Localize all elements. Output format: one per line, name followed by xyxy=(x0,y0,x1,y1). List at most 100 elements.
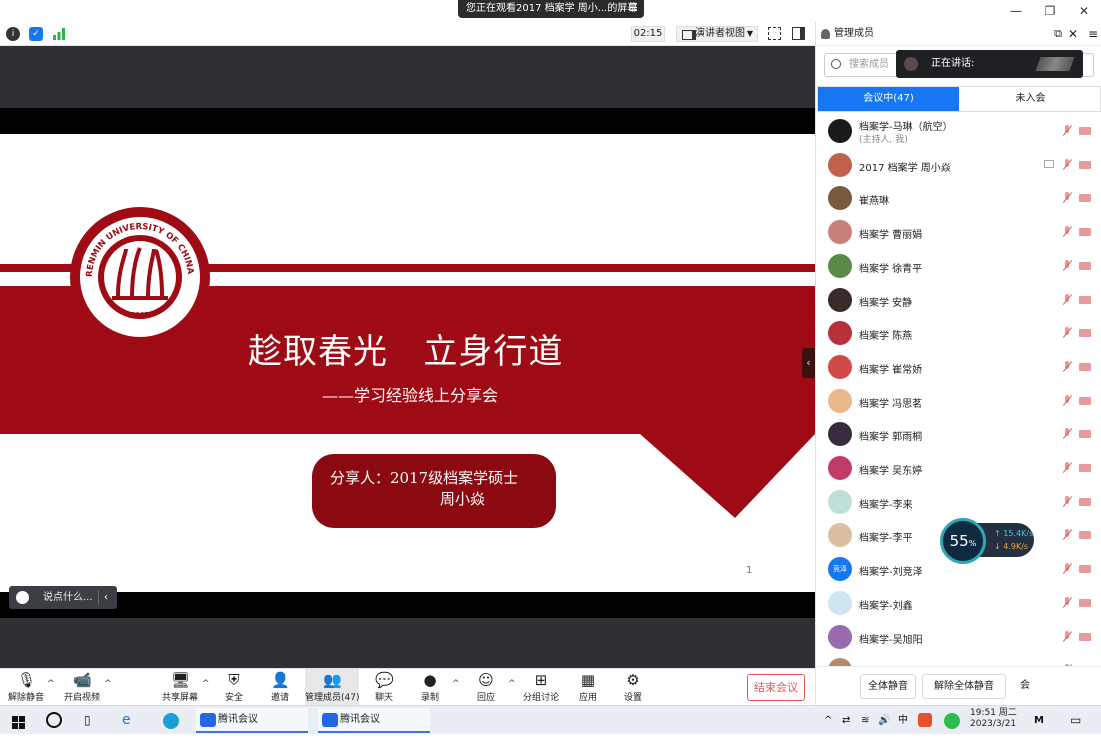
mic-muted-icon[interactable] xyxy=(1062,293,1072,306)
end-meeting-button[interactable]: 结束会议 xyxy=(747,674,805,701)
collapse-chat-icon[interactable]: ‹ xyxy=(104,586,108,609)
tab-not-joined[interactable]: 未入会 xyxy=(960,87,1101,111)
camera-off-icon[interactable] xyxy=(1079,430,1091,439)
member-row[interactable]: 档案学 崔常娇 xyxy=(816,350,1101,384)
member-row[interactable]: 档案学-吴旭阳 xyxy=(816,620,1101,654)
signal-icon[interactable] xyxy=(52,28,66,40)
mute-all-button[interactable]: 全体静音 xyxy=(860,674,916,699)
camera-off-icon[interactable] xyxy=(1079,295,1091,304)
member-row[interactable]: 档案学-李来 xyxy=(816,485,1101,519)
member-row[interactable]: 档案学 吴东婷 xyxy=(816,451,1101,485)
member-row[interactable]: 档案学-刘鑫 xyxy=(816,586,1101,620)
tray-expand-icon[interactable]: ^ xyxy=(824,706,832,735)
invite-button[interactable]: 👤 邀请 xyxy=(264,669,296,706)
member-row[interactable]: 档案学 安静 xyxy=(816,283,1101,317)
sidebar-toggle-icon[interactable] xyxy=(792,27,805,40)
member-row[interactable]: 档案学 曹丽娟 xyxy=(816,215,1101,249)
member-row[interactable]: 档案学 郭雨桐 xyxy=(816,417,1101,451)
mic-muted-icon[interactable] xyxy=(1062,158,1072,171)
collapse-panel-tab[interactable]: ‹ xyxy=(802,348,815,378)
member-row[interactable]: 2017 档案学 周小焱 xyxy=(816,148,1101,182)
member-row[interactable]: 档案学-马琳（航空） (主持人, 我) xyxy=(816,114,1101,148)
manage-members-button[interactable]: 👥 管理成员(47) xyxy=(305,669,359,706)
chevron-up-icon[interactable]: ^ xyxy=(452,679,460,689)
camera-off-icon[interactable] xyxy=(1079,194,1091,203)
camera-off-icon[interactable] xyxy=(1079,127,1091,135)
camera-off-icon[interactable] xyxy=(1079,531,1091,540)
react-button[interactable]: ☺ 回应 xyxy=(470,669,502,706)
apps-button[interactable]: ▦ 应用 xyxy=(572,669,604,706)
windows-start-icon[interactable] xyxy=(12,713,26,729)
restore-button[interactable]: ❐ xyxy=(1033,0,1067,22)
mic-muted-icon[interactable] xyxy=(1062,226,1072,238)
settings-button[interactable]: ⚙ 设置 xyxy=(617,669,649,706)
tab-in-meeting[interactable]: 会议中(47) xyxy=(818,87,959,111)
camera-off-icon[interactable] xyxy=(1079,632,1091,641)
member-row[interactable]: 档案学 冯思茗 xyxy=(816,384,1101,418)
taskbar-app-tencent-meeting[interactable]: 腾讯会议 xyxy=(196,708,308,733)
camera-off-icon[interactable] xyxy=(1079,329,1091,338)
mic-muted-icon[interactable] xyxy=(1062,630,1072,643)
camera-off-icon[interactable] xyxy=(1079,565,1091,574)
wifi-icon[interactable]: ≋ xyxy=(861,706,869,735)
mic-muted-icon[interactable] xyxy=(1062,596,1072,609)
breakout-button[interactable]: ⊞ 分组讨论 xyxy=(522,669,560,706)
chevron-up-icon[interactable]: ^ xyxy=(47,679,55,689)
camera-off-icon[interactable] xyxy=(1079,464,1091,472)
mic-muted-icon[interactable] xyxy=(1062,495,1072,508)
camera-off-icon[interactable] xyxy=(1079,228,1091,237)
popout-icon[interactable]: ⧉ xyxy=(1054,22,1062,46)
task-view-icon[interactable]: ▯ xyxy=(84,706,91,735)
mic-muted-icon[interactable] xyxy=(1062,259,1072,272)
emoji-icon[interactable] xyxy=(16,591,29,604)
camera-off-icon[interactable] xyxy=(1079,396,1091,405)
system-clock[interactable]: 19:51 周二 2023/3/21 xyxy=(970,708,1017,730)
unmute-button[interactable]: 🎙 解除静音 xyxy=(6,669,46,706)
start-video-button[interactable]: 📹 开启视频 xyxy=(62,669,102,706)
close-button[interactable]: ✕ xyxy=(1067,0,1101,22)
mic-muted-icon[interactable] xyxy=(1062,327,1072,339)
quick-chat-input[interactable]: 说点什么... ‹ xyxy=(9,586,117,609)
share-screen-button[interactable]: 🖥 共享屏幕 xyxy=(160,669,200,706)
unmute-all-button[interactable]: 解除全体静音 xyxy=(922,674,1006,699)
mic-muted-icon[interactable] xyxy=(1062,394,1072,407)
network-speed-widget[interactable]: ↑ 15.4K/s ↓ 4.9K/s 55% xyxy=(940,518,1034,564)
menu-icon[interactable]: ≡ xyxy=(1088,22,1098,46)
mic-muted-icon[interactable] xyxy=(1062,428,1072,440)
chevron-up-icon[interactable]: ^ xyxy=(202,679,210,689)
record-button[interactable]: ● 录制 xyxy=(414,669,446,706)
search-icon[interactable] xyxy=(46,712,62,728)
chat-button[interactable]: 💬 聊天 xyxy=(368,669,400,706)
camera-off-icon[interactable] xyxy=(1079,261,1091,270)
member-row[interactable]: 崔燕琳 xyxy=(816,181,1101,215)
ime-indicator[interactable]: 中 xyxy=(898,706,908,735)
viewing-screen-banner[interactable]: 您正在观看2017 档案学 周小...的屏幕 ☰ xyxy=(458,0,644,18)
mic-muted-icon[interactable] xyxy=(1062,563,1072,575)
camera-off-icon[interactable] xyxy=(1079,598,1091,607)
network-icon[interactable]: ⇄ xyxy=(842,706,850,735)
chevron-up-icon[interactable]: ^ xyxy=(104,679,112,689)
info-icon[interactable]: i xyxy=(6,27,20,41)
fullscreen-icon[interactable] xyxy=(768,27,781,40)
member-row[interactable]: 档案学 陈燕 xyxy=(816,316,1101,350)
camera-off-icon[interactable] xyxy=(1079,362,1091,371)
close-icon[interactable]: ✕ xyxy=(1068,22,1078,46)
taskbar-app-tencent-meeting-2[interactable]: 腾讯会议 xyxy=(318,708,430,733)
ie-icon[interactable]: e xyxy=(122,706,131,735)
mic-muted-icon[interactable] xyxy=(1062,462,1072,474)
shield-icon[interactable]: ✓ xyxy=(29,27,43,41)
mic-muted-icon[interactable] xyxy=(1062,529,1072,541)
member-row[interactable]: 档案学 徐青平 xyxy=(816,249,1101,283)
volume-icon[interactable]: 🔊 xyxy=(878,706,890,735)
notification-icon[interactable]: ▭ xyxy=(1070,706,1081,735)
gmail-icon[interactable]: M xyxy=(1034,706,1044,735)
minimize-button[interactable]: — xyxy=(999,0,1033,22)
camera-off-icon[interactable] xyxy=(1079,160,1091,169)
mic-muted-icon[interactable] xyxy=(1062,125,1072,137)
chevron-up-icon[interactable]: ^ xyxy=(508,679,516,689)
camera-off-icon[interactable] xyxy=(1079,497,1091,506)
wechat-icon[interactable] xyxy=(944,713,960,729)
mic-muted-icon[interactable] xyxy=(1062,192,1072,204)
more-button[interactable]: 会 xyxy=(1012,674,1038,699)
sogou-icon[interactable] xyxy=(918,713,932,727)
